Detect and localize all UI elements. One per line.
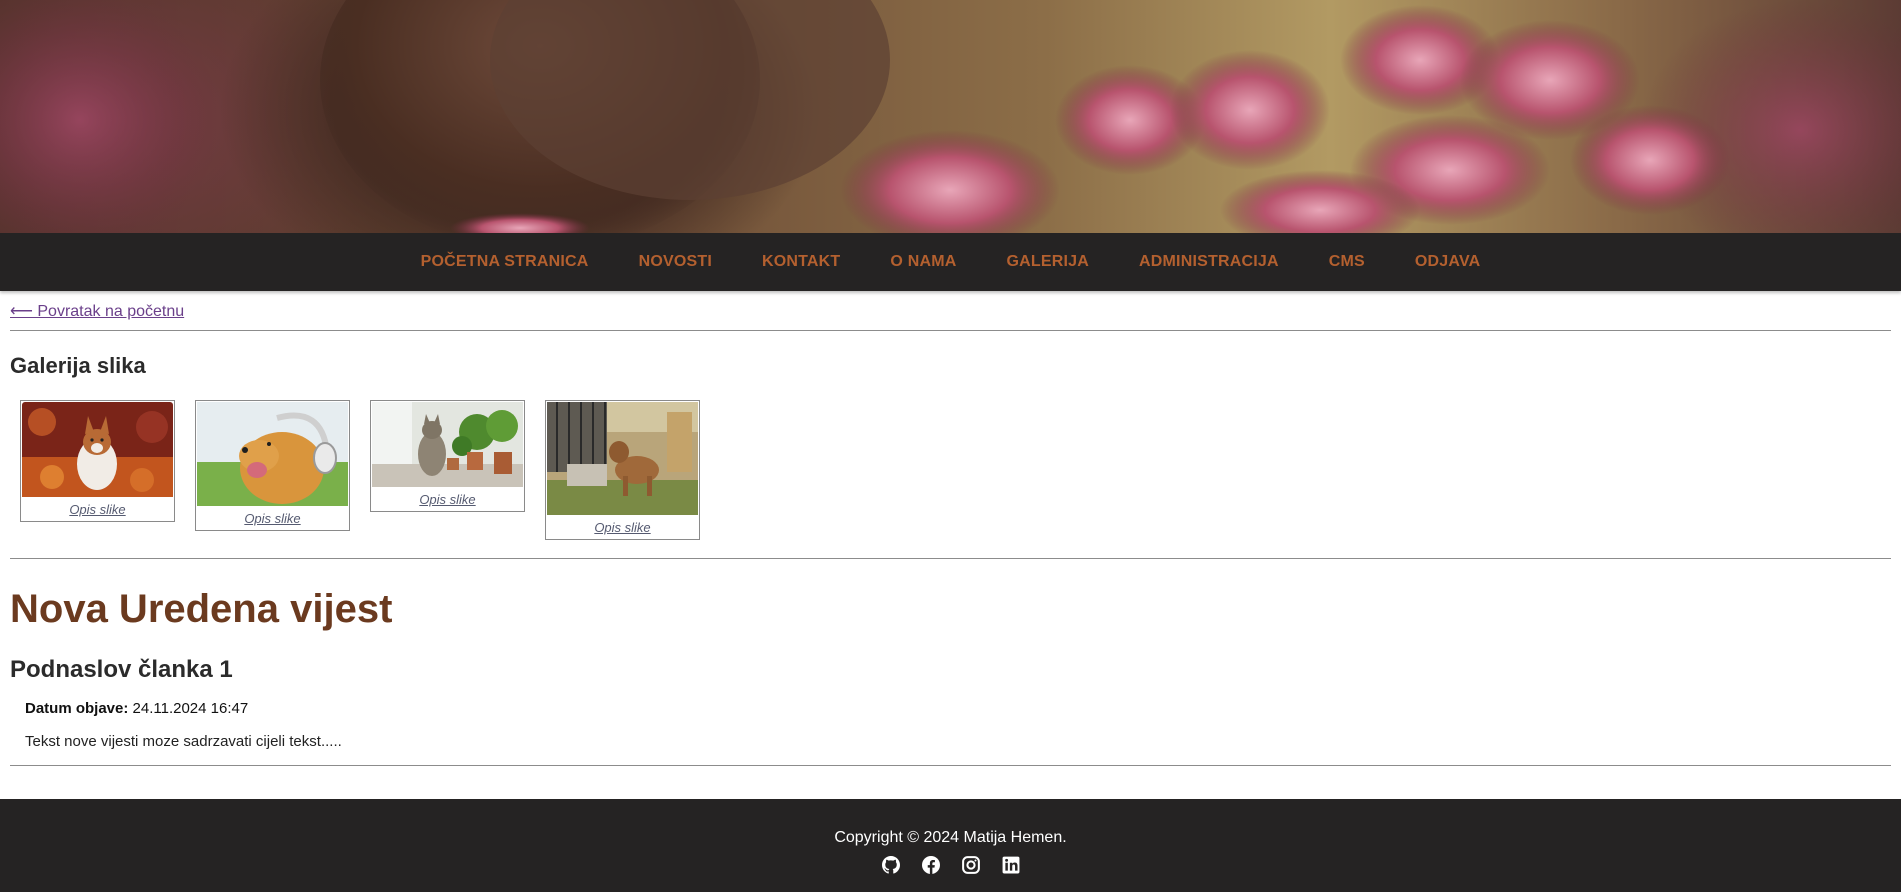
facebook-icon[interactable] — [921, 856, 940, 874]
dog-in-yard-photo[interactable] — [547, 402, 698, 515]
divider — [10, 558, 1891, 559]
nav-link-home[interactable]: POČETNA STRANICA — [421, 253, 589, 271]
cat-with-plants-photo[interactable] — [372, 402, 523, 487]
divider — [10, 765, 1891, 766]
article-date-label: Datum objave: — [25, 700, 129, 717]
linkedin-icon[interactable] — [1002, 856, 1020, 874]
corgi-photo[interactable] — [22, 402, 173, 497]
golden-retriever-headphones-photo[interactable] — [197, 402, 348, 506]
site-footer: Copyright © 2024 Matija Hemen. — [0, 799, 1901, 892]
nav-link-administration[interactable]: ADMINISTRACIJA — [1139, 253, 1279, 271]
divider — [10, 330, 1891, 331]
article-title: Nova Uredena vijest — [10, 587, 393, 631]
gallery-item[interactable]: Opis slike — [195, 400, 350, 531]
article-date: Datum objave: 24.11.2024 16:47 — [25, 700, 1891, 717]
nav-link-about[interactable]: O NAMA — [890, 253, 956, 271]
gallery-caption-link[interactable]: Opis slike — [419, 492, 475, 507]
gallery-item[interactable]: Opis slike — [20, 400, 175, 522]
main-navigation: POČETNA STRANICA NOVOSTI KONTAKT O NAMA … — [0, 233, 1901, 291]
gallery-grid: Opis slike Opis slike Opis slike Opis sl… — [20, 400, 1891, 540]
github-icon[interactable] — [881, 856, 900, 874]
copyright-text: Copyright © 2024 Matija Hemen. — [834, 829, 1067, 846]
news-article: Nova Uredena vijest Podnaslov članka 1 D… — [10, 587, 1891, 750]
article-subtitle: Podnaslov članka 1 — [10, 656, 233, 683]
article-date-value: 24.11.2024 16:47 — [132, 700, 249, 717]
social-links — [0, 856, 1901, 874]
gallery-item[interactable]: Opis slike — [545, 400, 700, 540]
gallery-caption-link[interactable]: Opis slike — [69, 502, 125, 517]
nav-link-cms[interactable]: CMS — [1329, 253, 1365, 271]
nav-link-gallery[interactable]: GALERIJA — [1007, 253, 1090, 271]
instagram-icon[interactable] — [961, 856, 980, 874]
article-body: Tekst nove vijesti moze sadrzavati cijel… — [25, 733, 342, 750]
gallery-title: Galerija slika — [10, 353, 146, 378]
nav-link-logout[interactable]: ODJAVA — [1415, 253, 1481, 271]
gallery-item[interactable]: Opis slike — [370, 400, 525, 512]
gallery-caption-link[interactable]: Opis slike — [594, 520, 650, 535]
gallery-caption-link[interactable]: Opis slike — [244, 511, 300, 526]
back-to-home-link[interactable]: ⟵ Povratak na početnu — [10, 301, 184, 321]
main-content: ⟵ Povratak na početnu Galerija slika Opi… — [0, 291, 1901, 766]
header-banner-image — [0, 0, 1901, 233]
nav-link-news[interactable]: NOVOSTI — [639, 253, 712, 271]
nav-link-contact[interactable]: KONTAKT — [762, 253, 840, 271]
